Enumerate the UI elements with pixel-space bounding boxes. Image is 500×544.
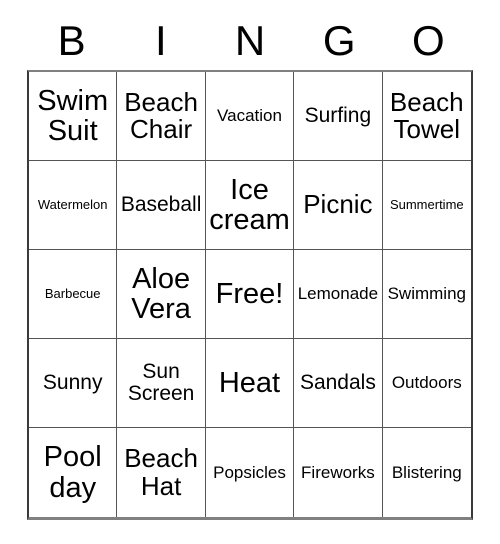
bingo-grid: Swim Suit Beach Chair Vacation Surfing B…	[27, 70, 473, 520]
bingo-free-label: Free!	[215, 277, 284, 310]
bingo-cell[interactable]: Ice cream	[205, 161, 295, 250]
header-letter-i: I	[154, 17, 167, 64]
bingo-cell[interactable]: Sandals	[294, 339, 383, 428]
bingo-cell-label: Beach Chair	[124, 86, 198, 144]
bingo-cell[interactable]: Swimming	[382, 250, 471, 339]
bingo-cell[interactable]: Sun Screen	[117, 339, 206, 428]
bingo-cell[interactable]: Summertime	[382, 161, 471, 250]
bingo-cell-label: Picnic	[303, 189, 373, 220]
bingo-cell-label: Beach Towel	[389, 86, 464, 144]
bingo-cell[interactable]: Fireworks	[294, 428, 383, 517]
bingo-cell-label: Pool day	[43, 441, 102, 504]
header-letter-b: B	[57, 17, 86, 64]
bingo-cell-label: Swimming	[387, 284, 466, 304]
bingo-cell[interactable]: Aloe Vera	[117, 250, 206, 339]
bingo-cell[interactable]: Swim Suit	[29, 72, 118, 161]
bingo-cell[interactable]: Pool day	[29, 428, 118, 517]
bingo-cell[interactable]: Lemonade	[294, 250, 383, 339]
bingo-cell-label: Fireworks	[301, 462, 375, 482]
bingo-cell[interactable]: Heat	[205, 339, 295, 428]
bingo-cell-label: Sunny	[42, 371, 103, 395]
bingo-cell-label: Vacation	[217, 106, 282, 126]
bingo-card: B I N G O Swim Suit Beach Chair Vacation…	[27, 12, 473, 520]
bingo-cell[interactable]: Beach Chair	[117, 72, 206, 161]
bingo-cell[interactable]: Baseball	[117, 161, 206, 250]
bingo-cell-label: Lemonade	[297, 284, 379, 304]
bingo-cell-label: Popsicles	[213, 462, 286, 482]
header-letter-o: O	[412, 17, 445, 64]
bingo-cell-label: Surfing	[304, 104, 372, 128]
header-letter-g: G	[322, 17, 356, 64]
bingo-cell-label: Swim Suit	[37, 84, 109, 147]
bingo-cell-free[interactable]: Free!	[205, 250, 295, 339]
bingo-cell[interactable]: Outdoors	[382, 339, 471, 428]
bingo-cell[interactable]: Beach Towel	[382, 72, 471, 161]
bingo-cell[interactable]: Picnic	[294, 161, 383, 250]
bingo-cell-label: Summertime	[389, 197, 464, 213]
bingo-cell[interactable]: Blistering	[383, 428, 471, 517]
bingo-cell[interactable]: Popsicles	[206, 428, 295, 517]
bingo-cell-label: Blistering	[391, 462, 462, 482]
bingo-header: B I N G O	[27, 12, 473, 70]
bingo-cell-label: Baseball	[120, 193, 202, 217]
bingo-cell-label: Beach Hat	[124, 443, 198, 501]
bingo-cell[interactable]: Vacation	[205, 72, 295, 161]
bingo-cell-label: Sun Screen	[127, 360, 195, 405]
bingo-cell[interactable]: Surfing	[294, 72, 383, 161]
bingo-cell-label: Barbecue	[44, 286, 101, 302]
bingo-cell[interactable]: Sunny	[29, 339, 118, 428]
bingo-cell-label: Aloe Vera	[131, 262, 191, 325]
bingo-cell-label: Heat	[218, 366, 281, 399]
bingo-cell-label: Ice cream	[209, 173, 290, 236]
bingo-cell[interactable]: Beach Hat	[117, 428, 206, 517]
bingo-cell-label: Sandals	[299, 371, 376, 395]
header-letter-n: N	[234, 17, 266, 64]
bingo-cell[interactable]: Barbecue	[29, 250, 118, 339]
bingo-cell-label: Watermelon	[37, 197, 108, 213]
bingo-cell[interactable]: Watermelon	[29, 161, 118, 250]
bingo-cell-label: Outdoors	[391, 373, 462, 393]
